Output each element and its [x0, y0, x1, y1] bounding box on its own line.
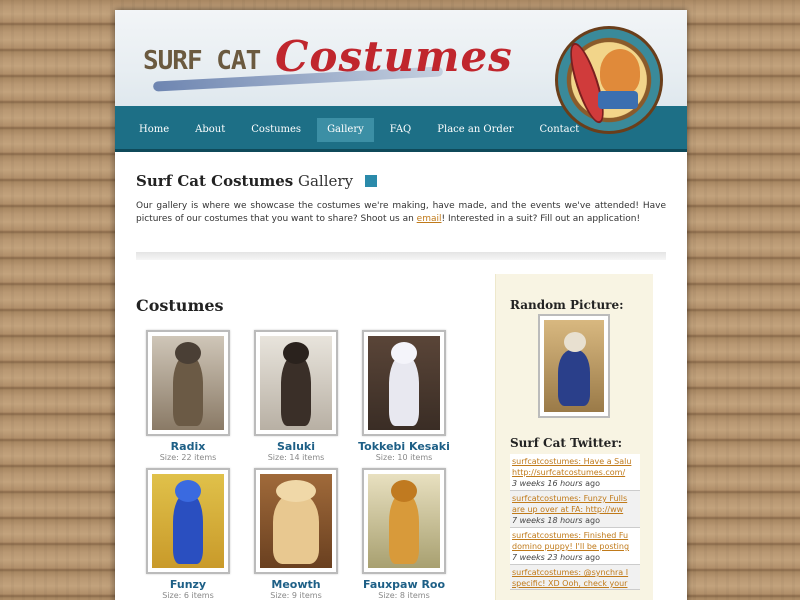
tweet-link[interactable]: surfcatcostumes: Finished Fu — [512, 530, 638, 541]
random-picture-thumbnail[interactable] — [538, 314, 610, 418]
costume-head — [276, 480, 316, 502]
tweet-time: 7 weeks 18 hours ago — [512, 515, 638, 527]
tweet-time-suffix: ago — [582, 516, 600, 525]
costume-size: Size: 14 items — [267, 453, 325, 462]
costume-photo — [260, 474, 332, 568]
costume-size: Size: 8 items — [378, 591, 430, 600]
costume-figure — [173, 356, 203, 426]
nav-faq[interactable]: FAQ — [380, 118, 422, 142]
tweet-time: 7 weeks 23 hours ago — [512, 552, 638, 564]
tweet-time: 3 weeks 16 hours ago — [512, 478, 638, 490]
costume-name[interactable]: Radix — [136, 440, 240, 453]
costume-head — [175, 342, 201, 364]
costume-photo — [368, 336, 440, 430]
costume-figure — [273, 494, 319, 564]
page-title-bold: Surf Cat Costumes — [136, 172, 294, 190]
random-photo-figure — [558, 350, 590, 406]
title-square-icon — [365, 175, 378, 187]
costume-size: Size: 10 items — [375, 453, 433, 462]
nav-gallery[interactable]: Gallery — [317, 118, 374, 142]
mascot-shorts — [598, 91, 638, 109]
costume-photo — [152, 336, 224, 430]
costume-head — [391, 480, 417, 502]
twitter-feed: surfcatcostumes: Have a Salu http://surf… — [510, 454, 640, 590]
tweet-item: surfcatcostumes: @synchra I specific! XD… — [510, 565, 640, 590]
costume-name[interactable]: Funzy — [136, 578, 240, 591]
tweet-time-value: 7 weeks 23 hours — [512, 553, 583, 562]
intro-text-end: ! Interested in a suit? Fill out an appl… — [441, 214, 641, 224]
nav-costumes[interactable]: Costumes — [241, 118, 311, 142]
costume-size: Size: 9 items — [270, 591, 322, 600]
costume-card-funzy[interactable]: Funzy Size: 6 items — [136, 468, 240, 600]
costume-name[interactable]: Meowth — [244, 578, 348, 591]
costume-head — [283, 342, 309, 364]
costume-photo — [368, 474, 440, 568]
tweet-link[interactable]: domino puppy! I'll be posting — [512, 541, 638, 552]
costume-figure — [173, 494, 203, 564]
costumes-heading: Costumes — [136, 296, 224, 315]
costume-figure — [389, 356, 419, 426]
costume-name[interactable]: Fauxpaw Roo — [352, 578, 456, 591]
tweet-link[interactable]: surfcatcostumes: @synchra I — [512, 567, 638, 578]
tweet-link[interactable]: surfcatcostumes: Have a Salu — [512, 456, 638, 467]
tweet-link[interactable]: are up over at FA: http://ww — [512, 504, 638, 515]
tweet-item: surfcatcostumes: Finished Fu domino pupp… — [510, 528, 640, 565]
logo-text-surf-cat: SURF CAT — [143, 46, 261, 76]
random-picture-heading: Random Picture: — [510, 298, 624, 312]
costume-thumbnail[interactable] — [362, 330, 446, 436]
tweet-time-suffix: ago — [582, 553, 600, 562]
costume-card-radix[interactable]: Radix Size: 22 items — [136, 330, 240, 462]
costume-size: Size: 6 items — [162, 591, 214, 600]
costume-card-fauxpaw-roo[interactable]: Fauxpaw Roo Size: 8 items — [352, 468, 456, 600]
cat-mascot-icon — [600, 49, 640, 95]
twitter-heading: Surf Cat Twitter: — [510, 436, 623, 450]
main-nav: Home About Costumes Gallery FAQ Place an… — [129, 118, 595, 142]
page-container: SURF CAT Costumes Home About Costumes Ga… — [115, 10, 687, 600]
costume-thumbnail[interactable] — [146, 330, 230, 436]
tweet-link[interactable]: specific! XD Ooh, check your — [512, 578, 638, 589]
page-title: Surf Cat Costumes Gallery — [136, 172, 378, 190]
costume-thumbnail[interactable] — [146, 468, 230, 574]
random-photo-head — [564, 332, 586, 352]
costume-figure — [389, 494, 419, 564]
nav-place-order[interactable]: Place an Order — [427, 118, 523, 142]
costume-card-tokkebi-kesaki[interactable]: Tokkebi Kesaki Size: 10 items — [352, 330, 456, 462]
tweet-item: surfcatcostumes: Funzy Fulls are up over… — [510, 491, 640, 528]
costume-name[interactable]: Saluki — [244, 440, 348, 453]
mascot-emblem — [555, 26, 663, 134]
costume-thumbnail[interactable] — [362, 468, 446, 574]
email-link[interactable]: email — [417, 214, 442, 224]
section-divider — [136, 252, 666, 260]
costume-size: Size: 22 items — [159, 453, 217, 462]
tweet-time-value: 7 weeks 18 hours — [512, 516, 583, 525]
costume-name[interactable]: Tokkebi Kesaki — [352, 440, 456, 453]
costume-head — [391, 342, 417, 364]
costume-thumbnail[interactable] — [254, 468, 338, 574]
costume-card-meowth[interactable]: Meowth Size: 9 items — [244, 468, 348, 600]
costume-photo — [260, 336, 332, 430]
logo-text-costumes: Costumes — [275, 32, 513, 81]
costume-photo — [152, 474, 224, 568]
tweet-time-suffix: ago — [582, 479, 600, 488]
page-title-rest: Gallery — [298, 172, 354, 190]
random-photo — [544, 320, 604, 412]
nav-home[interactable]: Home — [129, 118, 179, 142]
site-logo[interactable]: SURF CAT Costumes — [137, 32, 512, 94]
gallery-intro: Our gallery is where we showcase the cos… — [136, 200, 666, 226]
sidebar: Random Picture: Surf Cat Twitter: surfca… — [495, 274, 653, 600]
costume-card-saluki[interactable]: Saluki Size: 14 items — [244, 330, 348, 462]
tweet-item: surfcatcostumes: Have a Salu http://surf… — [510, 454, 640, 491]
tweet-time-value: 3 weeks 16 hours — [512, 479, 583, 488]
nav-about[interactable]: About — [185, 118, 235, 142]
tweet-link[interactable]: http://surfcatcostumes.com/ — [512, 467, 638, 478]
costume-thumbnail[interactable] — [254, 330, 338, 436]
costume-head — [175, 480, 201, 502]
costume-figure — [281, 356, 311, 426]
tweet-link[interactable]: surfcatcostumes: Funzy Fulls — [512, 493, 638, 504]
